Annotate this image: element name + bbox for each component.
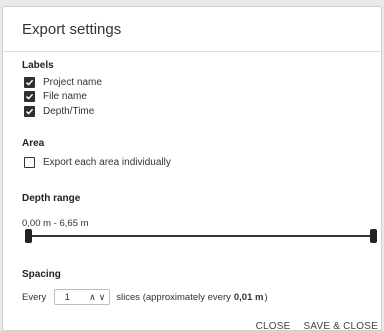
- dialog-actions: CLOSE SAVE & CLOSE: [256, 321, 378, 331]
- slider-handle-min[interactable]: [25, 229, 32, 243]
- checkbox-unchecked-icon[interactable]: [24, 157, 35, 168]
- title-divider: [3, 51, 381, 52]
- checkbox-label: Export each area individually: [43, 157, 171, 168]
- checkbox-label: Depth/Time: [43, 106, 95, 117]
- save-and-close-button[interactable]: SAVE & CLOSE: [304, 321, 378, 331]
- checkbox-label: File name: [43, 91, 87, 102]
- spacing-prefix: Every: [22, 291, 47, 303]
- spacing-row: Every 1 ∧ ∨ slices (approximately every …: [22, 289, 268, 305]
- spacing-heading: Spacing: [22, 269, 61, 280]
- slider-handle-max[interactable]: [370, 229, 377, 243]
- chevron-down-icon[interactable]: ∨: [99, 292, 106, 303]
- dialog-title: Export settings: [22, 21, 122, 38]
- depth-range-heading: Depth range: [22, 193, 81, 204]
- chevron-up-icon[interactable]: ∧: [89, 292, 96, 303]
- depth-range-value: 0,00 m - 6,65 m: [22, 218, 89, 229]
- checkbox-checked-icon[interactable]: [24, 91, 35, 102]
- spacing-close-paren: ): [264, 291, 268, 303]
- slider-track[interactable]: [29, 235, 373, 237]
- close-button[interactable]: CLOSE: [256, 321, 291, 331]
- checkbox-project-name[interactable]: Project name: [24, 76, 102, 89]
- stepper-value[interactable]: 1: [59, 292, 75, 303]
- spacing-approx-value: 0,01 m: [233, 291, 264, 303]
- slice-stepper[interactable]: 1 ∧ ∨: [54, 289, 111, 305]
- labels-heading: Labels: [22, 60, 54, 71]
- checkbox-label: Project name: [43, 77, 102, 88]
- export-settings-dialog: Export settings Labels Project name File…: [2, 6, 382, 331]
- depth-range-slider[interactable]: [25, 229, 377, 243]
- checkbox-export-each-area[interactable]: Export each area individually: [24, 156, 171, 169]
- checkbox-checked-icon[interactable]: [24, 77, 35, 88]
- checkbox-file-name[interactable]: File name: [24, 90, 87, 103]
- checkbox-depth-time[interactable]: Depth/Time: [24, 105, 94, 118]
- checkbox-checked-icon[interactable]: [24, 106, 35, 117]
- spacing-suffix: slices (approximately every: [116, 291, 231, 303]
- area-heading: Area: [22, 138, 45, 149]
